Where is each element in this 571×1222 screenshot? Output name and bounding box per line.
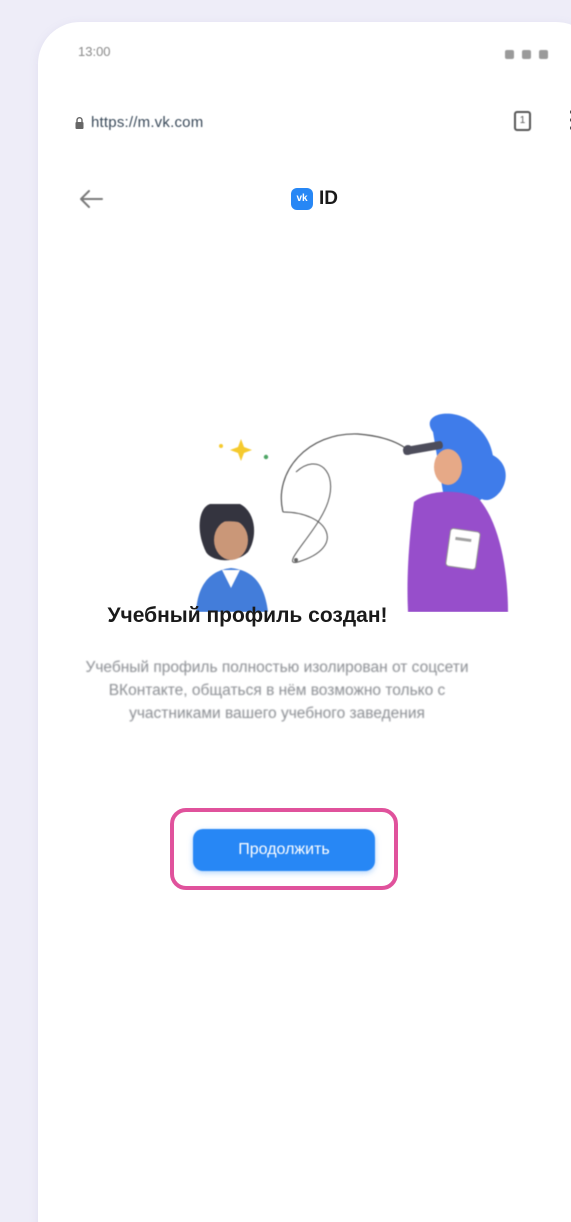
vkid-logo-text: ID <box>319 188 338 209</box>
battery-icon <box>539 50 548 59</box>
tabs-icon[interactable]: 1 <box>514 111 531 131</box>
url-bar[interactable]: https://m.vk.com 1 <box>38 107 571 151</box>
continue-button[interactable]: Продолжить <box>193 829 375 871</box>
success-title: Учебный профиль создан! <box>107 604 388 627</box>
status-icons <box>505 50 548 59</box>
lock-icon <box>75 117 84 129</box>
vk-logo-icon: vk <box>291 188 313 210</box>
vkid-logo: vk ID <box>291 186 338 212</box>
url-text[interactable]: https://m.vk.com <box>91 114 203 131</box>
continue-button-highlight: Продолжить <box>170 808 398 890</box>
status-bar: 13:00 <box>38 22 571 74</box>
people-illustration <box>196 413 508 612</box>
success-description: Учебный профиль полностью изолирован от … <box>85 659 469 722</box>
back-arrow-icon[interactable] <box>78 188 104 210</box>
signal-icon <box>505 50 514 59</box>
page: 13:00 https://m.vk.com 1 vk ID Учебный п… <box>0 0 571 1222</box>
wifi-icon <box>522 50 531 59</box>
status-time: 13:00 <box>78 44 111 59</box>
